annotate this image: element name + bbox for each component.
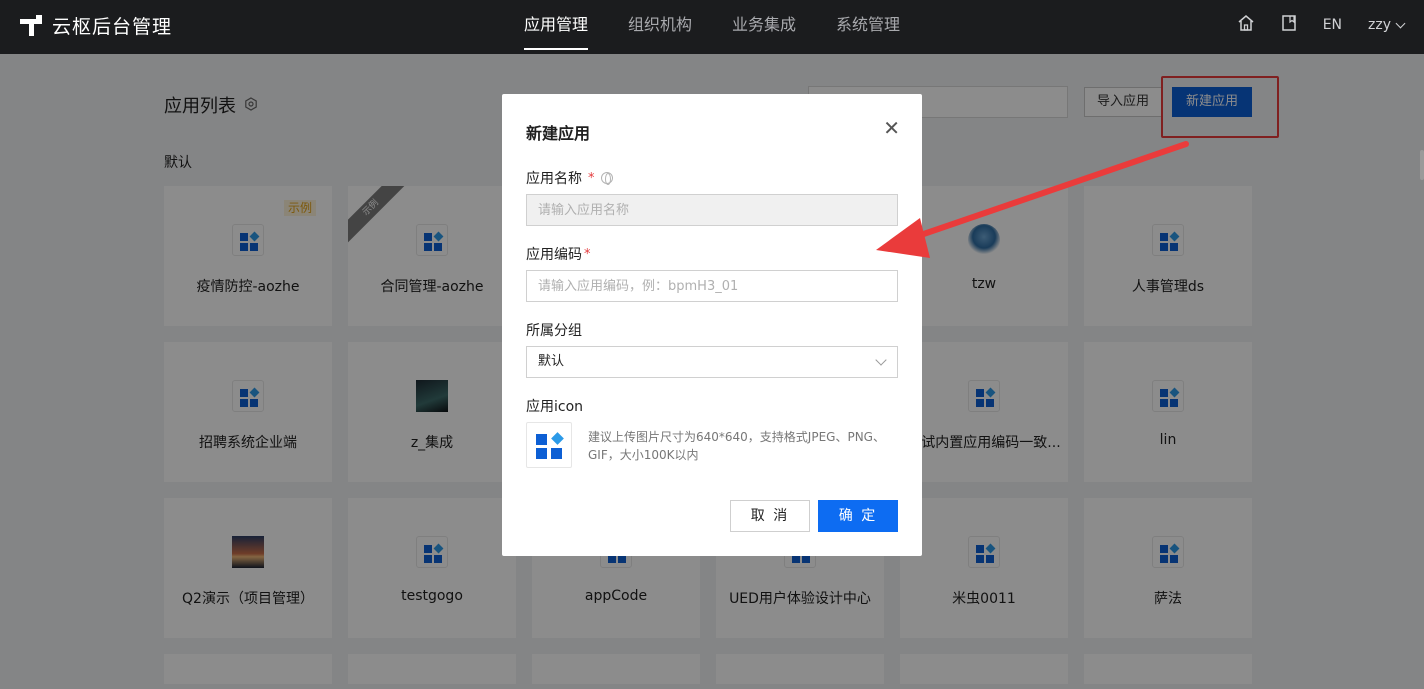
- app-code-input[interactable]: [526, 270, 898, 302]
- logo-icon: [20, 14, 42, 37]
- app-icon-upload[interactable]: [526, 422, 572, 468]
- nav-app-management[interactable]: 应用管理: [524, 0, 589, 54]
- nav-organization[interactable]: 组织机构: [628, 0, 692, 54]
- icon-hint: 建议上传图片尺寸为640*640，支持格式JPEG、PNG、GIF，大小100K…: [588, 430, 885, 462]
- required-mark: *: [584, 246, 591, 262]
- language-switch[interactable]: EN: [1323, 17, 1342, 33]
- app-name-input[interactable]: [526, 194, 898, 226]
- dialog-title: 新建应用: [526, 124, 591, 143]
- app-code-label-text: 应用编码: [526, 247, 582, 263]
- group-select-value: 默认: [538, 354, 565, 369]
- chevron-down-icon: [1395, 18, 1406, 28]
- cancel-button[interactable]: 取 消: [730, 500, 810, 532]
- app-name-label-text: 应用名称: [526, 171, 582, 187]
- main-nav: 应用管理 组织机构 业务集成 系统管理: [524, 0, 900, 54]
- globe-icon[interactable]: [600, 172, 613, 185]
- close-icon[interactable]: ✕: [883, 118, 900, 138]
- nav-integration[interactable]: 业务集成: [732, 0, 796, 54]
- app-title: 云枢后台管理: [52, 16, 173, 38]
- group-select[interactable]: 默认: [526, 346, 898, 378]
- app-icon-label: 应用icon: [526, 399, 584, 415]
- user-name: zzy: [1368, 17, 1391, 33]
- top-bar: 云枢后台管理 应用管理 组织机构 业务集成 系统管理 EN zzy: [0, 0, 1424, 54]
- nav-system[interactable]: 系统管理: [836, 0, 900, 54]
- required-mark: *: [588, 170, 595, 186]
- app-name-label: 应用名称 *: [526, 168, 613, 188]
- home-icon[interactable]: [1237, 14, 1255, 36]
- header-actions: EN zzy: [1237, 0, 1406, 50]
- group-select-label: 所属分组: [526, 323, 582, 339]
- confirm-button[interactable]: 确 定: [818, 500, 898, 532]
- new-app-dialog: 新建应用 ✕ 应用名称 * 应用编码 * 所属分组 默认 应用icon 建议上传…: [502, 94, 922, 556]
- app-code-label: 应用编码 *: [526, 244, 591, 264]
- chevron-down-icon: [875, 354, 887, 366]
- book-icon[interactable]: [1281, 14, 1297, 36]
- scrollbar[interactable]: [1420, 150, 1424, 180]
- app-logo[interactable]: 云枢后台管理: [20, 12, 172, 39]
- user-menu[interactable]: zzy: [1368, 17, 1406, 33]
